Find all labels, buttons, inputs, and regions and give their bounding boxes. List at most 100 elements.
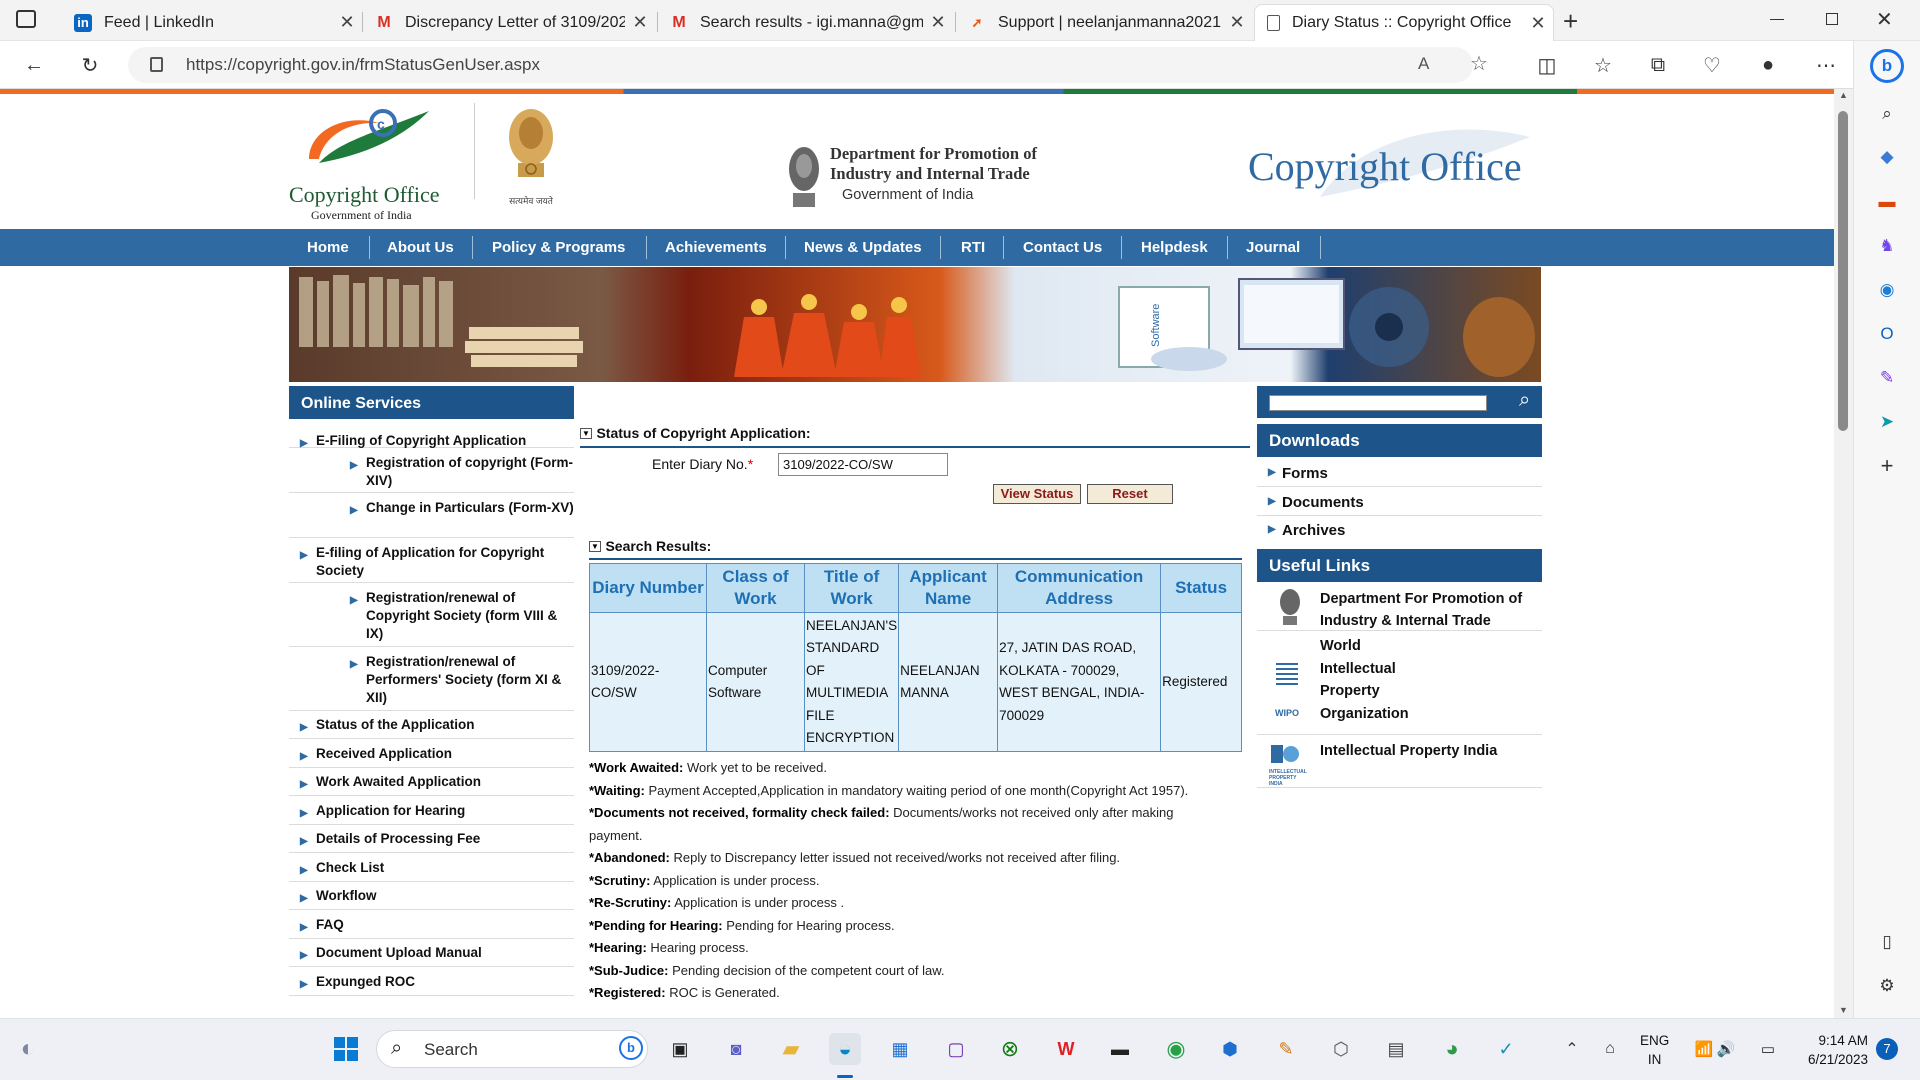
file-explorer-icon[interactable]: ▰	[775, 1033, 807, 1065]
search-icon[interactable]: ⌕	[1519, 389, 1530, 412]
nav-about-us[interactable]: About Us	[387, 229, 454, 266]
wps-icon[interactable]: W	[1050, 1033, 1082, 1065]
address-bar[interactable]: https://copyright.gov.in/frmStatusGenUse…	[128, 47, 1488, 83]
close-icon[interactable]: ✕	[923, 12, 953, 33]
battery-icon[interactable]: ▭	[1752, 1033, 1784, 1065]
service-faq[interactable]: ▶ FAQ	[289, 910, 574, 939]
split-screen-icon[interactable]: ◫	[1531, 49, 1563, 81]
collections-icon[interactable]: ⧉	[1642, 49, 1674, 81]
service-processing-fee[interactable]: ▶ Details of Processing Fee	[289, 825, 574, 853]
taskbar-search-box[interactable]: ⌕ Search b	[376, 1030, 648, 1068]
dept-name[interactable]: Department for Promotion of Industry and…	[830, 144, 1037, 206]
chat-icon[interactable]: ◙	[720, 1033, 752, 1065]
link-ip-india[interactable]: INTELLECTUAL PROPERTY INDIA Intellectual…	[1257, 737, 1542, 788]
designer-icon[interactable]: ✎	[1874, 365, 1900, 391]
nav-contact-us[interactable]: Contact Us	[1023, 229, 1102, 266]
service-efiling-society[interactable]: ▶ E-filing of Application for Copyright …	[289, 538, 574, 583]
bing-chat-icon[interactable]: b	[1870, 49, 1904, 83]
close-icon[interactable]: ✕	[332, 12, 362, 33]
tab-actions-icon[interactable]	[16, 10, 36, 28]
page-scrollbar[interactable]: ▲ ▼	[1834, 89, 1853, 1018]
restore-icon[interactable]	[1826, 13, 1838, 25]
profile-icon[interactable]: ●	[1752, 49, 1784, 81]
outlook-icon[interactable]: O	[1874, 321, 1900, 347]
nav-rti[interactable]: RTI	[961, 229, 985, 266]
vm-icon[interactable]: ⬡	[1325, 1033, 1357, 1065]
tab-linkedin[interactable]: in Feed | LinkedIn ✕	[62, 4, 362, 41]
service-check-list[interactable]: ▶ Check List	[289, 853, 574, 882]
xbox-icon[interactable]: ⊗	[994, 1033, 1026, 1065]
terminal-icon[interactable]: ▬	[1104, 1033, 1136, 1065]
service-copyright-society-renewal[interactable]: ▶ Registration/renewal of Copyright Soci…	[289, 583, 574, 647]
tab-gmail-search[interactable]: M Search results - igi.manna@gma ✕	[658, 4, 953, 41]
send-icon[interactable]: ➤	[1874, 409, 1900, 435]
service-change-particulars[interactable]: ▶ Change in Particulars (Form-XV)	[289, 493, 574, 538]
service-workflow[interactable]: ▶ Workflow	[289, 882, 574, 910]
tab-support[interactable]: ➚ Support | neelanjanmanna2021@ ✕	[956, 4, 1252, 41]
network-settings-icon[interactable]: ⌂	[1594, 1033, 1626, 1065]
close-window-icon[interactable]: ✕	[1876, 7, 1893, 32]
close-icon[interactable]: ✕	[625, 12, 655, 33]
copyright-logo[interactable]: c Copyright Office Government of India	[289, 101, 459, 222]
service-document-upload-manual[interactable]: ▶ Document Upload Manual	[289, 939, 574, 967]
service-application-hearing[interactable]: ▶ Application for Hearing	[289, 796, 574, 825]
service-registration-copyright[interactable]: ▶ Registration of copyright (Form-XIV)	[289, 448, 574, 493]
download-archives[interactable]: ▶ Archives	[1257, 518, 1542, 544]
site-search-input[interactable]	[1269, 395, 1487, 411]
sidebar-toggle-icon[interactable]: ▯	[1874, 929, 1900, 955]
clock[interactable]: 9:14 AM 6/21/2023	[1788, 1031, 1868, 1069]
edge-browser-icon[interactable]: ◒	[829, 1033, 861, 1065]
extensions-icon[interactable]: ♡	[1696, 49, 1728, 81]
scrollbar-thumb[interactable]	[1838, 111, 1848, 431]
nav-policy-programs[interactable]: Policy & Programs	[492, 229, 625, 266]
collapse-icon[interactable]: ▼	[589, 541, 601, 553]
tools-icon[interactable]: ▬	[1874, 189, 1900, 215]
paint-app-icon[interactable]: ✎	[1270, 1033, 1302, 1065]
tab-diary-status[interactable]: Diary Status :: Copyright Office ✕	[1254, 4, 1554, 41]
favorite-star-icon[interactable]: ☆	[1470, 51, 1488, 76]
nav-home[interactable]: Home	[307, 229, 349, 266]
scroll-down-icon[interactable]: ▼	[1839, 1005, 1848, 1015]
service-work-awaited[interactable]: ▶ Work Awaited Application	[289, 768, 574, 796]
whatsapp-icon[interactable]: ◉	[1160, 1033, 1192, 1065]
view-status-button[interactable]: View Status	[993, 484, 1081, 504]
download-documents[interactable]: ▶ Documents	[1257, 490, 1542, 516]
settings-gear-icon[interactable]: ⚙	[1874, 973, 1900, 999]
weather-icon[interactable]: ◐	[12, 1033, 44, 1065]
store-icon[interactable]: ▦	[884, 1033, 916, 1065]
volume-icon[interactable]: 🔊	[1710, 1033, 1742, 1065]
tab-gmail-discrepancy[interactable]: M Discrepancy Letter of 3109/2022 ✕	[363, 4, 655, 41]
vpn-checked-icon[interactable]: ✓	[1490, 1033, 1522, 1065]
add-sidebar-icon[interactable]: +	[1874, 453, 1900, 479]
nav-journal[interactable]: Journal	[1246, 229, 1300, 266]
scroll-up-icon[interactable]: ▲	[1839, 90, 1848, 100]
back-icon[interactable]: ←	[18, 49, 50, 81]
reset-button[interactable]: Reset	[1087, 484, 1173, 504]
start-windows-icon[interactable]	[330, 1033, 362, 1065]
service-performers-society-renewal[interactable]: ▶ Registration/renewal of Performers' So…	[289, 647, 574, 711]
device-icon[interactable]: ▤	[1380, 1033, 1412, 1065]
language-indicator[interactable]: ENG IN	[1640, 1031, 1669, 1069]
notification-badge[interactable]: 7	[1876, 1038, 1898, 1060]
download-forms[interactable]: ▶ Forms	[1257, 461, 1542, 487]
photos-icon[interactable]: ▢	[940, 1033, 972, 1065]
service-status-application[interactable]: ▶ Status of the Application	[289, 711, 574, 739]
nav-achievements[interactable]: Achievements	[665, 229, 767, 266]
service-efiling-copyright[interactable]: ▶ E-Filing of Copyright Application	[289, 424, 574, 449]
close-icon[interactable]: ✕	[1523, 13, 1553, 34]
close-icon[interactable]: ✕	[1222, 12, 1252, 33]
diary-number-input[interactable]	[778, 453, 948, 476]
refresh-icon[interactable]: ↻	[74, 49, 106, 81]
link-dpiit[interactable]: Department For Promotion of Industry & I…	[1257, 586, 1542, 631]
favorites-icon[interactable]: ☆	[1587, 49, 1619, 81]
link-wipo[interactable]: WIPO World Intellectual Property Organiz…	[1257, 633, 1542, 735]
shopping-icon[interactable]: ◆	[1874, 144, 1900, 170]
read-aloud-icon[interactable]: A	[1418, 54, 1429, 74]
office-icon[interactable]: ◉	[1874, 277, 1900, 303]
games-icon[interactable]: ♞	[1874, 233, 1900, 259]
nav-helpdesk[interactable]: Helpdesk	[1141, 229, 1208, 266]
new-tab-icon[interactable]: +	[1563, 6, 1578, 37]
service-expunged-roc[interactable]: ▶ Expunged ROC	[289, 967, 574, 996]
nav-news-updates[interactable]: News & Updates	[804, 229, 922, 266]
lock-icon[interactable]	[150, 57, 163, 72]
